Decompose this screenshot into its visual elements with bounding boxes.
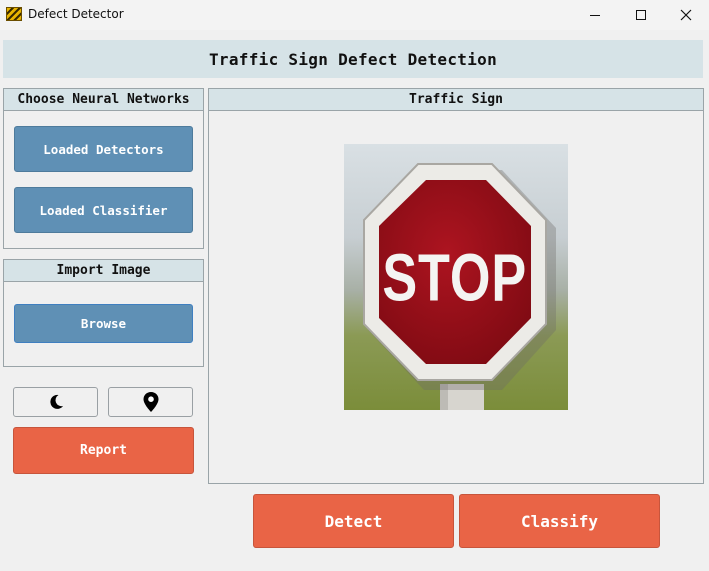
moon-icon — [49, 394, 63, 409]
import-panel-title: Import Image — [4, 260, 203, 282]
location-button[interactable] — [108, 387, 193, 417]
loaded-detectors-button[interactable]: Loaded Detectors — [14, 126, 193, 172]
page-header: Traffic Sign Defect Detection — [3, 40, 703, 78]
close-icon — [680, 9, 692, 21]
stop-text: STOP — [382, 240, 527, 315]
theme-toggle-button[interactable] — [13, 387, 98, 417]
title-bar: Defect Detector — [0, 0, 709, 30]
close-button[interactable] — [663, 0, 709, 30]
map-pin-icon — [143, 392, 158, 412]
networks-panel: Choose Neural Networks Loaded Detectors … — [3, 88, 204, 249]
minimize-icon — [590, 14, 600, 16]
minimize-button[interactable] — [572, 0, 618, 30]
traffic-sign-panel: Traffic Sign STOP — [208, 88, 704, 484]
maximize-button[interactable] — [618, 0, 664, 30]
browse-button[interactable]: Browse — [14, 304, 193, 343]
report-button[interactable]: Report — [13, 427, 194, 474]
loaded-classifier-button[interactable]: Loaded Classifier — [14, 187, 193, 233]
classify-button[interactable]: Classify — [459, 494, 660, 548]
traffic-sign-image: STOP — [344, 144, 568, 410]
detect-button[interactable]: Detect — [253, 494, 454, 548]
networks-panel-title: Choose Neural Networks — [4, 89, 203, 111]
import-panel: Import Image Browse — [3, 259, 204, 367]
window-title: Defect Detector — [28, 7, 124, 21]
traffic-sign-panel-title: Traffic Sign — [209, 89, 703, 111]
app-icon — [6, 7, 22, 21]
maximize-icon — [636, 10, 646, 20]
